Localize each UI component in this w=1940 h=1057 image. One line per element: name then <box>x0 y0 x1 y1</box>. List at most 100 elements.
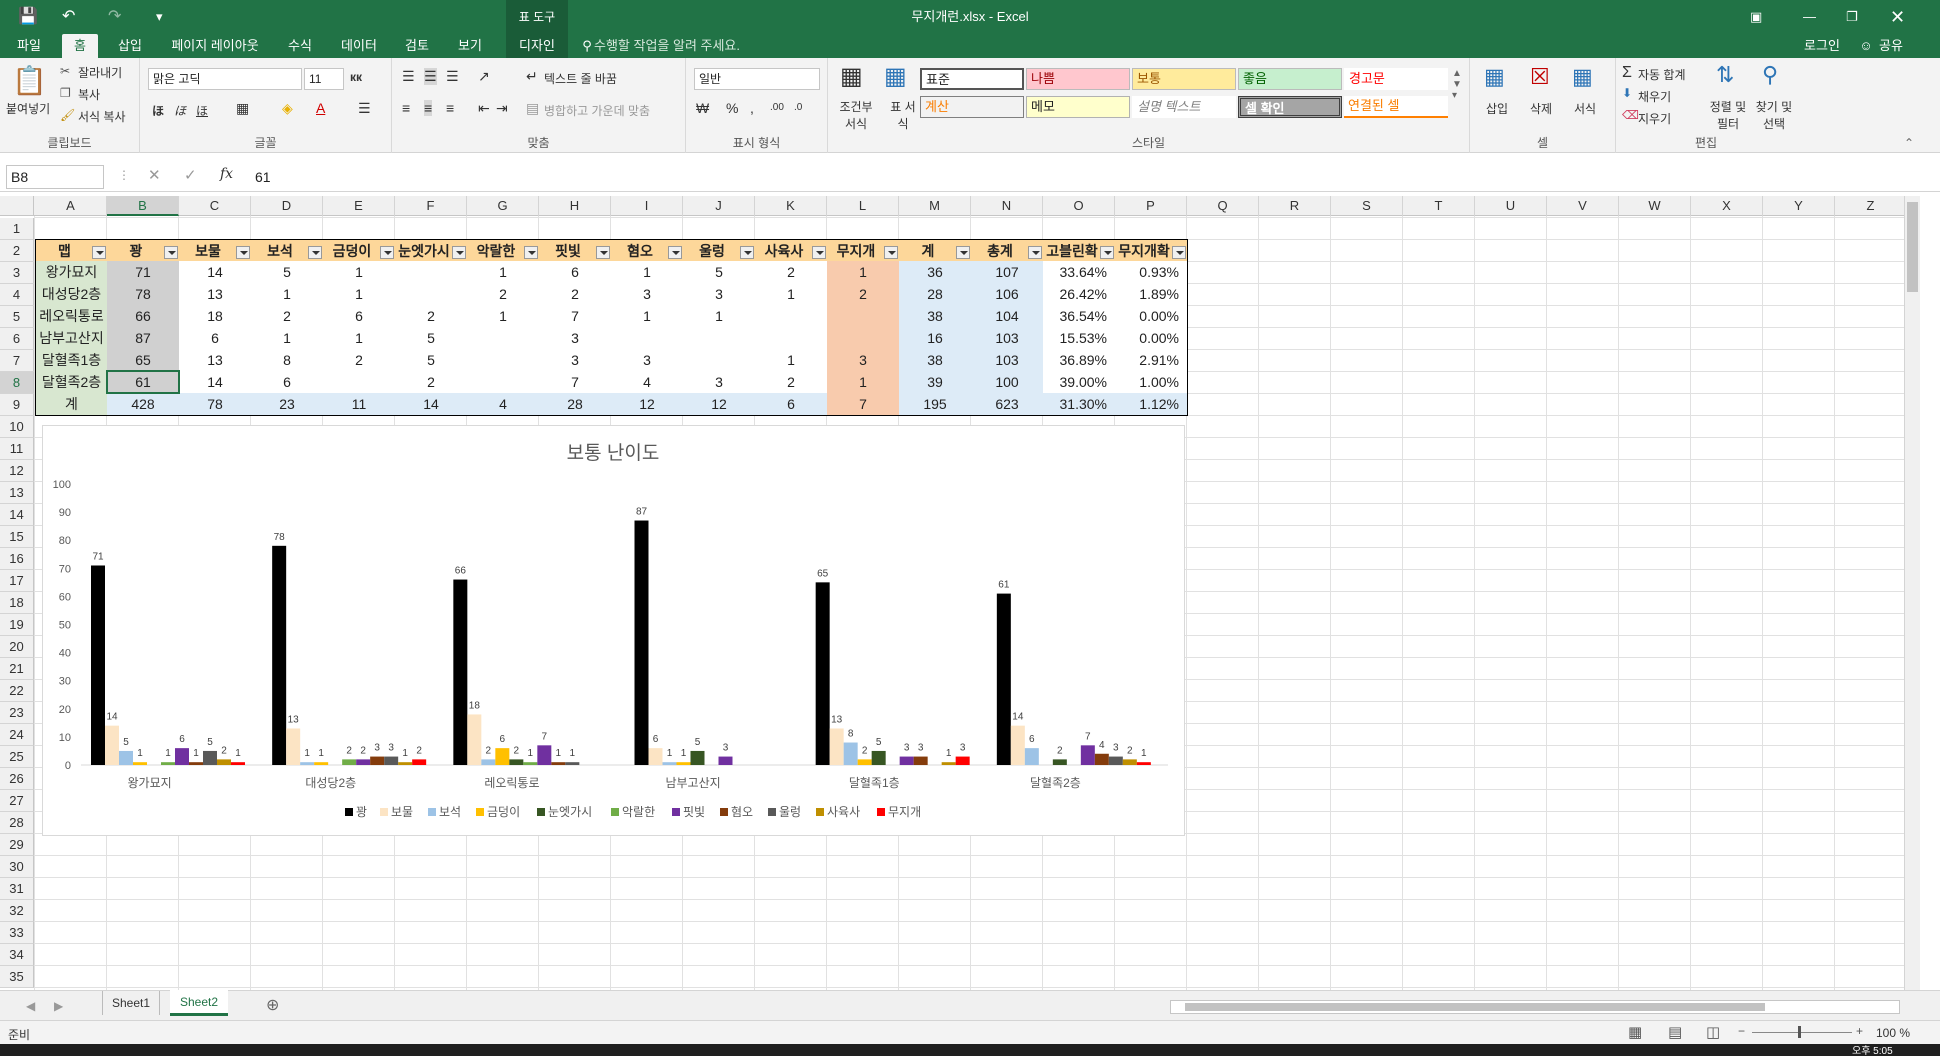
column-header-a[interactable]: A <box>35 196 107 216</box>
align-right-icon[interactable]: ≡ <box>446 100 454 116</box>
total-cell[interactable]: 11 <box>323 393 396 416</box>
row-header-11[interactable]: 11 <box>0 438 34 460</box>
column-header-x[interactable]: X <box>1691 196 1763 216</box>
table-cell[interactable] <box>395 261 468 284</box>
select-all-corner[interactable] <box>0 196 34 216</box>
table-cell[interactable]: 87 <box>107 327 180 350</box>
font-name-select[interactable]: 맑은 고딕 <box>148 68 302 90</box>
row-header-32[interactable]: 32 <box>0 900 34 922</box>
row-header-15[interactable]: 15 <box>0 526 34 548</box>
column-header-w[interactable]: W <box>1619 196 1691 216</box>
filter-dropdown-icon[interactable] <box>524 246 538 259</box>
table-cell[interactable]: 39 <box>899 371 972 394</box>
table-cell[interactable]: 1.89% <box>1115 283 1188 306</box>
table-cell[interactable]: 1 <box>755 349 828 372</box>
undo-icon[interactable]: ↶ <box>62 0 75 34</box>
ribbon-display-icon[interactable]: ▣ <box>1750 0 1762 34</box>
table-cell[interactable]: 5 <box>395 349 468 372</box>
scroll-left-icon[interactable]: ◀ <box>26 999 35 1013</box>
increase-indent-icon[interactable]: ⇥ <box>496 100 508 117</box>
table-cell[interactable] <box>395 283 468 306</box>
row-header-9[interactable]: 9 <box>0 394 34 416</box>
table-cell[interactable]: 1 <box>611 261 684 284</box>
filter-dropdown-icon[interactable] <box>92 246 106 259</box>
table-cell[interactable]: 2 <box>827 283 900 306</box>
row-header-24[interactable]: 24 <box>0 724 34 746</box>
column-header-q[interactable]: Q <box>1187 196 1259 216</box>
page-layout-icon[interactable]: ▤ <box>1668 1023 1682 1041</box>
table-cell[interactable]: 2 <box>395 305 468 328</box>
table-cell[interactable]: 13 <box>179 349 252 372</box>
table-cell[interactable]: 38 <box>899 349 972 372</box>
percent-icon[interactable]: % <box>726 100 738 116</box>
total-cell[interactable]: 1.12% <box>1115 393 1188 416</box>
decrease-decimal-icon[interactable]: .0 <box>794 102 802 113</box>
tab-view[interactable]: 보기 <box>450 34 490 58</box>
grow-font-icon[interactable]: кк <box>350 70 362 84</box>
column-header-d[interactable]: D <box>251 196 323 216</box>
copy-button[interactable]: 복사 <box>78 86 100 103</box>
table-cell[interactable]: 3 <box>539 349 612 372</box>
table-cell[interactable]: 3 <box>611 349 684 372</box>
total-cell[interactable]: 28 <box>539 393 612 416</box>
row-header-26[interactable]: 26 <box>0 768 34 790</box>
worksheet-grid[interactable]: ABCDEFGHIJKLMNOPQRSTUVWXYZ 1 2 3 4 5 6 7 8 9 10 11… <box>0 196 1920 990</box>
restore-icon[interactable]: ❐ <box>1846 0 1858 34</box>
total-cell[interactable]: 195 <box>899 393 972 416</box>
filter-dropdown-icon[interactable] <box>1172 246 1186 259</box>
column-header-y[interactable]: Y <box>1763 196 1835 216</box>
column-header-i[interactable]: I <box>611 196 683 216</box>
table-cell[interactable]: 15.53% <box>1043 327 1116 350</box>
insert-cells-button[interactable]: 삽입 <box>1486 100 1508 117</box>
table-cell[interactable] <box>611 327 684 350</box>
tab-file[interactable]: 파일 <box>10 34 48 58</box>
row-header-14[interactable]: 14 <box>0 504 34 526</box>
fill-button[interactable]: 채우기 <box>1638 88 1671 105</box>
column-header-j[interactable]: J <box>683 196 755 216</box>
table-cell[interactable] <box>683 349 756 372</box>
comma-icon[interactable]: , <box>750 100 754 116</box>
enter-icon[interactable]: ✓ <box>184 166 197 184</box>
table-cell[interactable]: 2 <box>251 305 324 328</box>
total-cell[interactable]: 31.30% <box>1043 393 1116 416</box>
zoom-slider-thumb[interactable] <box>1798 1026 1801 1038</box>
row-header-28[interactable]: 28 <box>0 812 34 834</box>
table-cell[interactable]: 39.00% <box>1043 371 1116 394</box>
table-cell[interactable]: 36.54% <box>1043 305 1116 328</box>
share-button[interactable]: 공유 <box>1874 34 1908 58</box>
tab-home[interactable]: 홈 <box>62 34 98 58</box>
tab-design[interactable]: 디자인 <box>506 34 568 58</box>
table-cell[interactable] <box>755 305 828 328</box>
column-header-m[interactable]: M <box>899 196 971 216</box>
sort-filter-button[interactable]: 정렬 및 필터 <box>1706 98 1750 132</box>
total-cell[interactable]: 23 <box>251 393 324 416</box>
filter-dropdown-icon[interactable] <box>812 246 826 259</box>
table-cell[interactable]: 1 <box>611 305 684 328</box>
map-name-cell[interactable]: 대성당2층 <box>35 283 108 306</box>
filter-dropdown-icon[interactable] <box>236 246 250 259</box>
horizontal-scrollbar[interactable] <box>1170 1000 1900 1014</box>
map-name-cell[interactable]: 달혈족2층 <box>35 371 108 394</box>
table-cell[interactable]: 100 <box>971 371 1044 394</box>
bold-icon[interactable]: ほ <box>152 102 164 119</box>
orientation-icon[interactable]: ↗ <box>478 68 490 85</box>
table-header-cell[interactable]: 계 <box>899 239 972 262</box>
table-cell[interactable]: 1 <box>323 283 396 306</box>
total-cell[interactable]: 6 <box>755 393 828 416</box>
column-header-l[interactable]: L <box>827 196 899 216</box>
table-cell[interactable]: 1 <box>683 305 756 328</box>
table-cell[interactable]: 5 <box>683 261 756 284</box>
column-header-v[interactable]: V <box>1547 196 1619 216</box>
row-header-30[interactable]: 30 <box>0 856 34 878</box>
new-sheet-icon[interactable]: ⊕ <box>266 995 279 1015</box>
italic-icon[interactable]: ほ <box>174 102 186 119</box>
align-center-icon[interactable]: ≡ <box>424 100 433 116</box>
table-cell[interactable]: 7 <box>539 305 612 328</box>
font-color-icon[interactable]: A <box>316 100 325 116</box>
column-header-c[interactable]: C <box>179 196 251 216</box>
style-calculation[interactable]: 계산 <box>920 96 1024 118</box>
row-header-35[interactable]: 35 <box>0 966 34 988</box>
row-header-20[interactable]: 20 <box>0 636 34 658</box>
normal-view-icon[interactable]: ▦ <box>1628 1023 1642 1041</box>
table-cell[interactable]: 36.89% <box>1043 349 1116 372</box>
